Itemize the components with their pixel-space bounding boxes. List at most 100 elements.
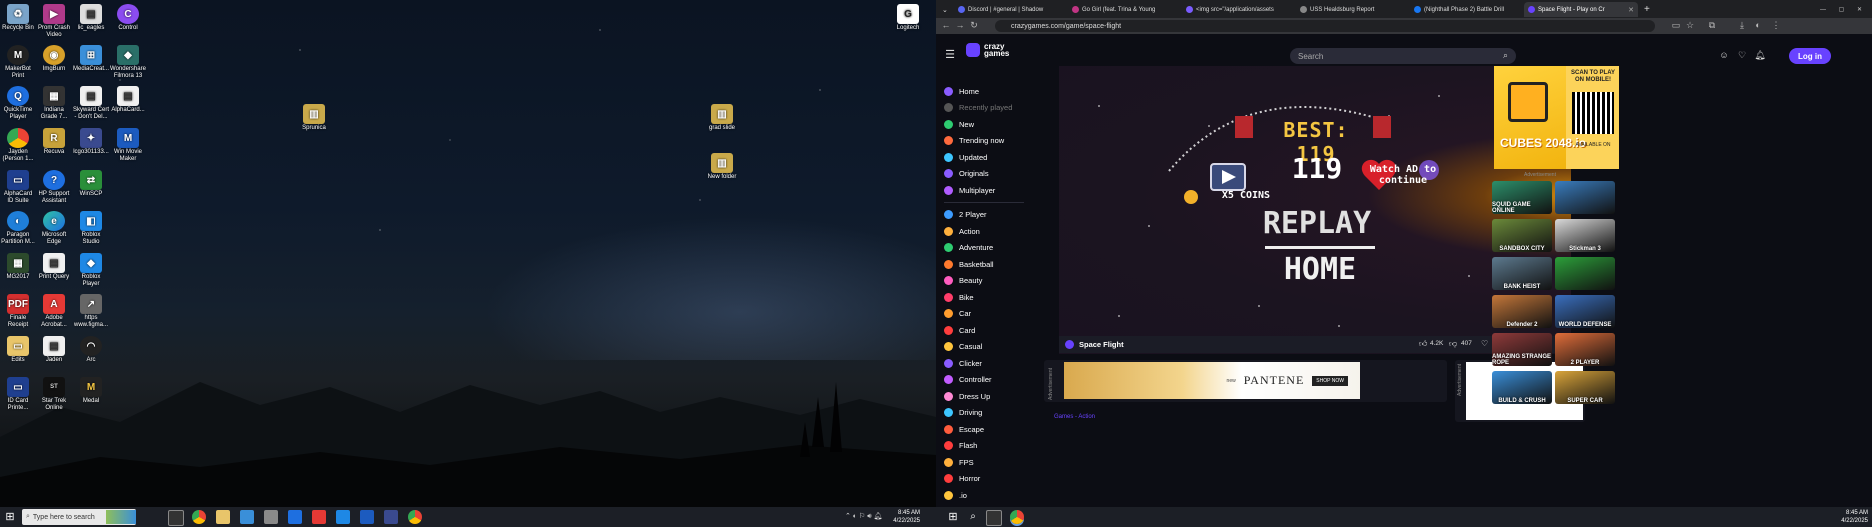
notifications-bell-icon[interactable]: 🔔︎ [1754, 50, 1766, 62]
search-icon[interactable]: ⌕ [1503, 50, 1508, 61]
desktop-icon-edge[interactable]: e Microsoft Edge [36, 211, 72, 246]
store-icon[interactable] [240, 510, 254, 524]
sidebar-item-home[interactable]: Home [944, 85, 979, 97]
desktop-icon-makerbot[interactable]: M MakerBot Print [0, 45, 36, 80]
tab-music[interactable]: Go Girl (feat. Trina & Young [1068, 2, 1180, 17]
shop-now-button[interactable]: SHOP NOW [1312, 375, 1348, 386]
task-view-icon-secondary[interactable] [986, 510, 1002, 526]
tab-img-src[interactable]: <img src="/application/assets [1182, 2, 1294, 17]
sidebar-item-action[interactable]: Action [944, 225, 980, 237]
app-icon[interactable] [336, 510, 350, 524]
menu-kebab-icon[interactable]: ⋮ [1770, 20, 1782, 31]
close-window-icon[interactable]: ✕ [1857, 6, 1862, 13]
pantene-ad-banner[interactable]: new PANTENE SHOP NOW [1064, 362, 1360, 399]
desktop-icon-finale-receipt[interactable]: PDF Finale Receipt [0, 294, 36, 329]
desktop-icon-prom-crash[interactable]: ▶ Prom Crash Video [36, 4, 72, 39]
desktop-icon-winscp[interactable]: ⇄ WinSCP [73, 170, 109, 198]
sidebar-item-recently-played[interactable]: Recently played [944, 102, 1012, 114]
sidebar-item-2-player[interactable]: 2 Player [944, 209, 987, 221]
desktop-icon-alphacard[interactable]: ▤ AlphaCard... [110, 86, 146, 114]
forward-icon[interactable]: → [954, 20, 966, 30]
sidebar-item-casual[interactable]: Casual [944, 341, 982, 353]
desktop-icon-arc[interactable]: ◠ Arc [73, 336, 109, 364]
game-thumbnail[interactable]: BANK HEIST [1492, 257, 1552, 290]
desktop-icon-control[interactable]: C Control [110, 4, 146, 32]
mail-icon[interactable] [288, 510, 302, 524]
desktop-icon-filmora[interactable]: ◆ Wondershare Filmora 13 [110, 45, 146, 80]
sidebar-item-horror[interactable]: Horror [944, 473, 980, 485]
desktop-icon-mg2017[interactable]: ▦ MG2017 [0, 253, 36, 281]
search-icon-secondary[interactable]: ⌕ [966, 510, 980, 524]
sidebar-item-controller[interactable]: Controller [944, 374, 992, 386]
game-thumbnail[interactable]: AMAZING STRANGE ROPE [1492, 333, 1552, 366]
taskbar-clock-right[interactable]: 8:45 AM 4/22/2025 [1824, 509, 1868, 525]
bookmark-star-icon[interactable]: ☆ [1684, 20, 1696, 31]
tab-discord[interactable]: Discord | #general | Shadow [954, 2, 1066, 17]
sidebar-item-flash[interactable]: Flash [944, 440, 977, 452]
close-icon[interactable]: ✕ [1628, 6, 1634, 14]
game-thumbnail[interactable]: WORLD DEFENSE [1555, 295, 1615, 328]
tab-facebook[interactable]: (Nighthall Phase 2) Battle Drill [1410, 2, 1522, 17]
windows-start-icon-secondary[interactable]: ⊞ [946, 510, 960, 524]
system-tray-icons[interactable]: ⌃ ◐ ⚐ 🔊︎ 🔔︎ [845, 512, 882, 521]
desktop-icon-jayden[interactable]: Jayden (Person 1... [0, 128, 36, 163]
desktop-icon-roblox-studio[interactable]: ◧ Roblox Studio [73, 211, 109, 246]
sidebar-item-driving[interactable]: Driving [944, 407, 982, 419]
game-thumbnail[interactable]: SQUID GAME ONLINE [1492, 181, 1552, 214]
chrome-icon[interactable] [408, 510, 422, 524]
friends-icon[interactable]: ☺ [1718, 50, 1730, 62]
thumbs-up-icon[interactable]: 👍︎ [1419, 339, 1427, 349]
taskbar-clock-left[interactable]: 8:45 AM 4/22/2025 [880, 509, 920, 525]
desktop-icon-alphacard-suite[interactable]: ▭ AlphaCard ID Suite [0, 170, 36, 205]
sidebar-item-io[interactable]: .io [944, 489, 967, 501]
sidebar-item-escape[interactable]: Escape [944, 423, 984, 435]
windows-start-icon[interactable]: ⊞ [3, 510, 17, 524]
new-tab-button[interactable]: + [1640, 2, 1654, 17]
maximize-icon[interactable]: ▢ [1839, 6, 1845, 13]
file-explorer-icon[interactable] [216, 510, 230, 524]
desktop-icon-grad-slide[interactable]: ▥ grad slide [704, 104, 740, 132]
desktop-icon-lic-eagles[interactable]: ▤ lic_eagles [73, 4, 109, 32]
sidebar-item-originals[interactable]: Originals [944, 168, 989, 180]
desktop-icon-acrobat[interactable]: A Adobe Acrobat... [36, 294, 72, 329]
sidebar-item-multiplayer[interactable]: Multiplayer [944, 184, 995, 196]
desktop-icon-recuva[interactable]: R Recuva [36, 128, 72, 156]
sidebar-item-new[interactable]: New [944, 118, 974, 130]
game-thumbnail[interactable]: SANDBOX CITY [1492, 219, 1552, 252]
home-button[interactable]: HOME [1265, 252, 1375, 287]
desktop-icon-id-card-printer[interactable]: ▭ ID Card Printe... [0, 377, 36, 412]
tab-uss-healdsburg[interactable]: USS Healdsburg Report [1296, 2, 1408, 17]
extensions-icon[interactable]: ⧉ [1706, 20, 1718, 31]
tab-search-button[interactable]: ⌄ [938, 2, 950, 17]
sidebar-item-adventure[interactable]: Adventure [944, 242, 993, 254]
desktop-icon-logitech[interactable]: G Logitech [890, 4, 926, 32]
desktop-icon-star-trek[interactable]: ST Star Trek Online [36, 377, 72, 412]
desktop-icon-movie-maker[interactable]: M Win Movie Maker [110, 128, 146, 163]
app-icon[interactable] [264, 510, 278, 524]
sidebar-item-updated[interactable]: Updated [944, 151, 987, 163]
sidebar-item-card[interactable]: Card [944, 324, 975, 336]
desktop-icon-hp-support[interactable]: ? HP Support Assistant [36, 170, 72, 205]
desktop-icon-indiana[interactable]: ▦ Indiana Grade 7... [36, 86, 72, 121]
back-icon[interactable]: ← [940, 20, 952, 30]
chrome-icon-active[interactable] [1010, 510, 1024, 524]
desktop-icon-skyward[interactable]: ▤ Skyward Cert - Don't Del... [73, 86, 109, 121]
site-search-input[interactable]: Search ⌕ [1290, 48, 1516, 64]
desktop-icon-imgburn[interactable]: ◉ ImgBurn [36, 45, 72, 73]
game-thumbnail[interactable]: SUPER CAR [1555, 371, 1615, 404]
sidebar-item-beauty[interactable]: Beauty [944, 275, 982, 287]
desktop-icon-medal[interactable]: M Medal [73, 377, 109, 405]
watch-ad-continue-button[interactable]: Watch AD to continue [1363, 164, 1443, 186]
desktop-icon-print-query[interactable]: ▤ Print Query [36, 253, 72, 281]
desktop-icon-jaden[interactable]: ▤ Jaden [36, 336, 72, 364]
sidebar-item-bike[interactable]: Bike [944, 291, 974, 303]
app-icon[interactable] [384, 510, 398, 524]
cubes-promo-ad[interactable]: CUBES 2048.io SCAN TO PLAY ON MOBILE! AV… [1494, 66, 1619, 169]
reload-icon[interactable]: ↻ [968, 20, 980, 31]
favorite-heart-icon[interactable]: ♡ [1481, 339, 1488, 348]
game-thumbnail[interactable] [1555, 257, 1615, 290]
login-button[interactable]: Log in [1789, 48, 1831, 64]
desktop-icon-quicktime[interactable]: Q QuickTime Player [0, 86, 36, 121]
tab-space-flight[interactable]: Space Flight - Play on Cr ✕ [1524, 2, 1638, 17]
game-thumbnail[interactable]: 2 PLAYER [1555, 333, 1615, 366]
